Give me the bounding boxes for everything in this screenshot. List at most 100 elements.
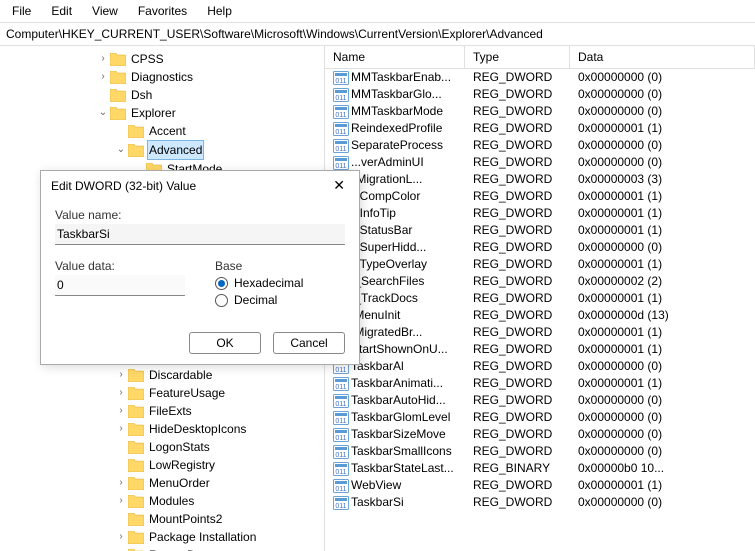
dword-icon: 011: [333, 122, 349, 136]
menu-item-help[interactable]: Help: [199, 2, 240, 20]
tree-label[interactable]: MenuOrder: [147, 474, 212, 492]
tree-label[interactable]: Package Installation: [147, 528, 258, 546]
tree-node[interactable]: › Diagnostics: [6, 68, 324, 86]
tree-node[interactable]: ⌄ Explorer: [6, 104, 324, 122]
menu-item-edit[interactable]: Edit: [43, 2, 80, 20]
list-row[interactable]: 011SeparateProcessREG_DWORD0x00000000 (0…: [325, 137, 755, 154]
list-row[interactable]: 011t_SearchFilesREG_DWORD0x00000002 (2): [325, 273, 755, 290]
folder-icon: [110, 71, 126, 84]
list-row[interactable]: 011wStatusBarREG_DWORD0x00000001 (1): [325, 222, 755, 239]
chevron-down-icon[interactable]: ⌄: [114, 141, 128, 159]
list-row[interactable]: 011tMenuInitREG_DWORD0x0000000d (13): [325, 307, 755, 324]
tree-node[interactable]: ›Accent: [6, 122, 324, 140]
list-row[interactable]: 011MMTaskbarModeREG_DWORD0x00000000 (0): [325, 103, 755, 120]
tree-node[interactable]: › Package Installation: [6, 528, 324, 546]
value-data-input[interactable]: [55, 275, 185, 296]
value-data: 0x00000000 (0): [570, 103, 755, 120]
tree-label[interactable]: Accent: [147, 122, 188, 140]
col-name[interactable]: Name: [325, 46, 465, 68]
value-name-input[interactable]: [55, 224, 345, 245]
folder-icon: [110, 53, 126, 66]
value-name: t_TrackDocs: [351, 291, 418, 305]
tree-label[interactable]: CPSS: [129, 50, 166, 68]
list-row[interactable]: 011...verAdminUIREG_DWORD0x00000000 (0): [325, 154, 755, 171]
tree-label[interactable]: FeatureUsage: [147, 384, 227, 402]
tree-label[interactable]: Modules: [147, 492, 196, 510]
list-row[interactable]: 011WebViewREG_DWORD0x00000001 (1): [325, 477, 755, 494]
list-row[interactable]: 011MMTaskbarGlo...REG_DWORD0x00000000 (0…: [325, 86, 755, 103]
chevron-right-icon[interactable]: ›: [96, 50, 110, 68]
tree-node[interactable]: ⌄ Advanced: [6, 140, 324, 160]
list-row[interactable]: 011TaskbarSizeMoveREG_DWORD0x00000000 (0…: [325, 426, 755, 443]
chevron-right-icon[interactable]: ›: [114, 384, 128, 402]
tree-label[interactable]: LogonStats: [147, 438, 212, 456]
chevron-right-icon[interactable]: ›: [114, 420, 128, 438]
tree-label[interactable]: Discardable: [147, 366, 214, 384]
list-row[interactable]: 011t_TrackDocsREG_DWORD0x00000001 (1): [325, 290, 755, 307]
list-row[interactable]: 011TaskbarAlREG_DWORD0x00000000 (0): [325, 358, 755, 375]
list-row[interactable]: 011TaskbarAutoHid...REG_DWORD0x00000000 …: [325, 392, 755, 409]
close-icon[interactable]: ✕: [327, 177, 351, 194]
tree-node[interactable]: › FeatureUsage: [6, 384, 324, 402]
tree-node[interactable]: ›MountPoints2: [6, 510, 324, 528]
chevron-right-icon[interactable]: ›: [114, 402, 128, 420]
tree-label[interactable]: HideDesktopIcons: [147, 420, 248, 438]
col-data[interactable]: Data: [570, 46, 755, 68]
list-row[interactable]: 011tMigratedBr...REG_DWORD0x00000001 (1): [325, 324, 755, 341]
list-row[interactable]: 011ReindexedProfileREG_DWORD0x00000001 (…: [325, 120, 755, 137]
tree-node[interactable]: ›LogonStats: [6, 438, 324, 456]
list-row[interactable]: 011TaskbarAnimati...REG_DWORD0x00000001 …: [325, 375, 755, 392]
tree-node[interactable]: ›Dsh: [6, 86, 324, 104]
tree-label[interactable]: MountPoints2: [147, 510, 224, 528]
menu-item-view[interactable]: View: [84, 2, 126, 20]
address-bar[interactable]: Computer\HKEY_CURRENT_USER\Software\Micr…: [0, 23, 755, 46]
tree-node[interactable]: › FileExts: [6, 402, 324, 420]
list-row[interactable]: 011StartShownOnU...REG_DWORD0x00000001 (…: [325, 341, 755, 358]
list-row[interactable]: 011MMTaskbarEnab...REG_DWORD0x00000000 (…: [325, 69, 755, 86]
list-row[interactable]: 011wSuperHidd...REG_DWORD0x00000000 (0): [325, 239, 755, 256]
list-row[interactable]: 011wTypeOverlayREG_DWORD0x00000001 (1): [325, 256, 755, 273]
list-row[interactable]: 011TaskbarSiREG_DWORD0x00000000 (0): [325, 494, 755, 511]
list-row[interactable]: 011TaskbarGlomLevelREG_DWORD0x00000000 (…: [325, 409, 755, 426]
radio-dec-row[interactable]: Decimal: [215, 293, 345, 307]
radio-dec[interactable]: [215, 294, 228, 307]
tree-node[interactable]: › Discardable: [6, 366, 324, 384]
value-data: 0x00000001 (1): [570, 205, 755, 222]
list-row[interactable]: 011llMigrationL...REG_DWORD0x00000003 (3…: [325, 171, 755, 188]
tree-label[interactable]: Diagnostics: [129, 68, 195, 86]
tree-node[interactable]: › MenuOrder: [6, 474, 324, 492]
list-row[interactable]: 011wInfoTipREG_DWORD0x00000001 (1): [325, 205, 755, 222]
dword-icon: 011: [333, 428, 349, 442]
value-data: 0x00000000 (0): [570, 443, 755, 460]
tree-label[interactable]: Dsh: [129, 86, 154, 104]
list-body[interactable]: 011MMTaskbarEnab...REG_DWORD0x00000000 (…: [325, 69, 755, 550]
value-type: REG_DWORD: [465, 222, 570, 239]
tree-node[interactable]: › CPSS: [6, 50, 324, 68]
radio-hex-row[interactable]: Hexadecimal: [215, 276, 345, 290]
col-type[interactable]: Type: [465, 46, 570, 68]
chevron-right-icon[interactable]: ›: [96, 68, 110, 86]
tree-label[interactable]: FileExts: [147, 402, 194, 420]
tree-label[interactable]: Advanced: [147, 140, 204, 160]
chevron-right-icon[interactable]: ›: [114, 492, 128, 510]
chevron-right-icon[interactable]: ›: [114, 366, 128, 384]
list-row[interactable]: 011wCompColorREG_DWORD0x00000001 (1): [325, 188, 755, 205]
tree-node[interactable]: › HideDesktopIcons: [6, 420, 324, 438]
tree-label[interactable]: Explorer: [129, 104, 178, 122]
list-row[interactable]: 011TaskbarStateLast...REG_BINARY0x00000b…: [325, 460, 755, 477]
menu-item-file[interactable]: File: [4, 2, 39, 20]
chevron-right-icon[interactable]: ›: [114, 528, 128, 546]
chevron-right-icon[interactable]: ›: [114, 474, 128, 492]
value-name: TaskbarSmallIcons: [351, 444, 452, 458]
radio-hex[interactable]: [215, 277, 228, 290]
tree-label[interactable]: LowRegistry: [147, 456, 217, 474]
chevron-down-icon[interactable]: ⌄: [96, 104, 110, 122]
tree-node[interactable]: ›LowRegistry: [6, 456, 324, 474]
menu-item-favorites[interactable]: Favorites: [130, 2, 195, 20]
list-header[interactable]: Name Type Data: [325, 46, 755, 69]
cancel-button[interactable]: Cancel: [273, 332, 345, 354]
folder-icon: [128, 423, 144, 436]
list-row[interactable]: 011TaskbarSmallIconsREG_DWORD0x00000000 …: [325, 443, 755, 460]
ok-button[interactable]: OK: [189, 332, 261, 354]
tree-node[interactable]: › Modules: [6, 492, 324, 510]
